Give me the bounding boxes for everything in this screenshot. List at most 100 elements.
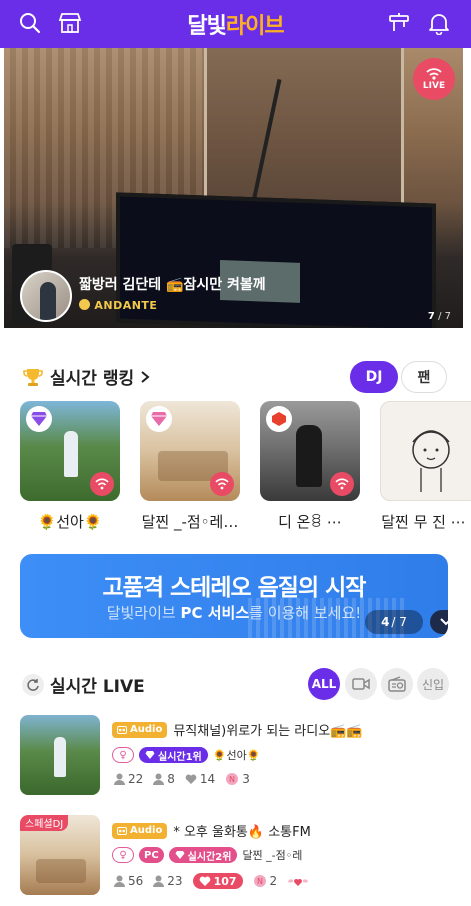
rank-badge-text: 실시간1위 xyxy=(158,751,202,763)
diamond-rank-icon xyxy=(146,406,172,432)
ranking-card[interactable] xyxy=(380,401,471,501)
banner-expand-button[interactable] xyxy=(430,610,448,634)
video-icon xyxy=(352,678,370,690)
rank-badge-text: 실시간2위 xyxy=(187,851,232,863)
booster-icon: N xyxy=(253,875,266,887)
hero-pagination: 7 / 7 xyxy=(428,311,451,322)
ranking-card[interactable] xyxy=(140,401,240,501)
fan-count: 23 xyxy=(153,874,183,888)
stream-thumbnail[interactable] xyxy=(20,715,100,795)
logo-text-accent: 라이브 xyxy=(225,14,285,39)
live-section-title: 실시간 LIVE xyxy=(22,672,145,697)
hero-page-current: 7 xyxy=(427,311,435,322)
special-dj-tag: 스페셜DJ xyxy=(20,815,69,831)
top-header: 달빛라이브 xyxy=(0,0,471,48)
tab-fan[interactable]: 팬 xyxy=(401,361,447,393)
live-title-text: 실시간 LIVE xyxy=(50,677,145,697)
audio-tag-text: Audio xyxy=(130,825,163,836)
stream-tags: ♀ 실시간1위 🌻선아🌻 xyxy=(112,747,260,763)
filter-video-button[interactable] xyxy=(345,668,377,700)
live-indicator-icon xyxy=(90,472,114,496)
tab-dj[interactable]: DJ xyxy=(350,361,398,393)
hero-subtitle: ANDANTE xyxy=(79,299,157,312)
ranking-section-title[interactable]: 실시간 랭킹 xyxy=(22,364,150,389)
heart-icon xyxy=(185,774,197,784)
hero-subtitle-badge-icon xyxy=(79,299,90,310)
stream-thumbnail[interactable]: 스페셜DJ xyxy=(20,815,100,895)
rank-badge: 실시간2위 xyxy=(168,847,238,863)
fan-count-value: 8 xyxy=(167,772,175,786)
hero-image-monitor xyxy=(116,192,436,328)
live-indicator-icon xyxy=(210,472,234,496)
filter-all-button[interactable]: ALL xyxy=(308,668,340,700)
like-count: 107 xyxy=(192,873,243,889)
trophy-icon xyxy=(23,368,43,386)
bell-icon[interactable] xyxy=(426,10,452,36)
filter-new-button[interactable]: 신입 xyxy=(417,668,449,700)
stream-stats: 22 8 14 N3 xyxy=(114,772,250,786)
like-count-value: 14 xyxy=(199,772,216,786)
stream-stats: 56 23 107 N2 xyxy=(114,873,309,889)
live-label: LIVE xyxy=(422,81,446,91)
banner-sub-suffix: 를 이용해 보세요! xyxy=(249,604,362,622)
live-indicator-icon xyxy=(330,472,354,496)
diamond-icon xyxy=(145,751,155,759)
listener-count: 56 xyxy=(114,874,143,888)
fan-count-value: 23 xyxy=(167,874,183,888)
svg-text:N: N xyxy=(229,775,235,784)
ranking-card-name: 달찐 _-점◦레… xyxy=(141,513,239,531)
promo-banner[interactable]: 고품격 스테레오 음질의 시작 달빛라이브 PC 서비스를 이용해 보세요! 4… xyxy=(20,554,448,638)
diamond-icon xyxy=(175,851,185,859)
filter-radio-button[interactable] xyxy=(381,668,413,700)
radio-icon xyxy=(388,676,406,692)
audio-tag-icon xyxy=(117,826,127,835)
refresh-icon[interactable] xyxy=(22,673,44,696)
ranking-card-name: 달찐 무 진 ⋯ xyxy=(381,513,466,531)
ranking-title-text: 실시간 랭킹 xyxy=(50,369,135,389)
hero-dj-avatar[interactable] xyxy=(20,270,72,322)
audio-tag-icon xyxy=(117,725,127,734)
diamond-rank-icon xyxy=(26,406,52,432)
ranking-card[interactable] xyxy=(20,401,120,501)
pc-badge: PC xyxy=(139,847,164,863)
hero-title: 짧방러 김단테 📻잠시만 켜볼께 xyxy=(79,277,266,293)
banner-sub-bold: PC 서비스 xyxy=(180,604,250,622)
banner-page-total: / 7 xyxy=(391,615,407,629)
booster-icon: N xyxy=(226,773,239,785)
audio-tag-text: Audio xyxy=(130,724,163,735)
hero-live-banner[interactable]: LIVE 짧방러 김단테 📻잠시만 켜볼께 ANDANTE 7 / 7 xyxy=(4,48,463,328)
like-count-value: 107 xyxy=(213,874,237,888)
svg-text:N: N xyxy=(257,877,263,886)
banner-page-current: 4 xyxy=(381,615,390,629)
listener-count-value: 22 xyxy=(128,772,144,786)
chevron-down-icon xyxy=(440,618,448,626)
heart-wings-icon xyxy=(288,878,309,886)
stream-title-row[interactable]: Audio 뮤직채널)위로가 되는 라디오📻📻 xyxy=(112,720,363,739)
audio-tag: Audio xyxy=(112,721,168,738)
female-icon: ♀ xyxy=(112,747,134,763)
person-icon xyxy=(153,773,165,785)
hero-subtitle-text: ANDANTE xyxy=(94,299,158,312)
banner-pagination: 4/ 7 xyxy=(365,610,423,634)
person-icon xyxy=(153,875,165,887)
stream-title-row[interactable]: Audio * 오후 울화통🔥 소통FM xyxy=(112,821,311,840)
broadcast-icon[interactable] xyxy=(386,10,412,36)
dj-name: 달찐 _-점◦레 xyxy=(242,849,303,862)
drawing-thumbnail-icon xyxy=(412,430,450,492)
logo-text-main: 달빛 xyxy=(187,14,226,39)
diamond-rank-icon xyxy=(266,406,292,432)
person-icon xyxy=(114,875,125,887)
stream-tags: ♀ PC 실시간2위 달찐 _-점◦레 xyxy=(112,847,302,863)
boost-count: N3 xyxy=(225,772,250,786)
banner-headline: 고품격 스테레오 음질의 시작 xyxy=(102,575,367,601)
ranking-card[interactable] xyxy=(260,401,360,501)
boost-count: N2 xyxy=(253,874,277,888)
heart-icon xyxy=(199,876,210,886)
rank-badge: 실시간1위 xyxy=(139,747,208,763)
like-count: 14 xyxy=(185,772,215,786)
chevron-right-icon xyxy=(141,370,150,383)
person-icon xyxy=(114,773,125,785)
fan-count: 8 xyxy=(153,772,175,786)
hero-page-total: / 7 xyxy=(438,311,451,322)
live-signal-icon xyxy=(426,68,442,80)
